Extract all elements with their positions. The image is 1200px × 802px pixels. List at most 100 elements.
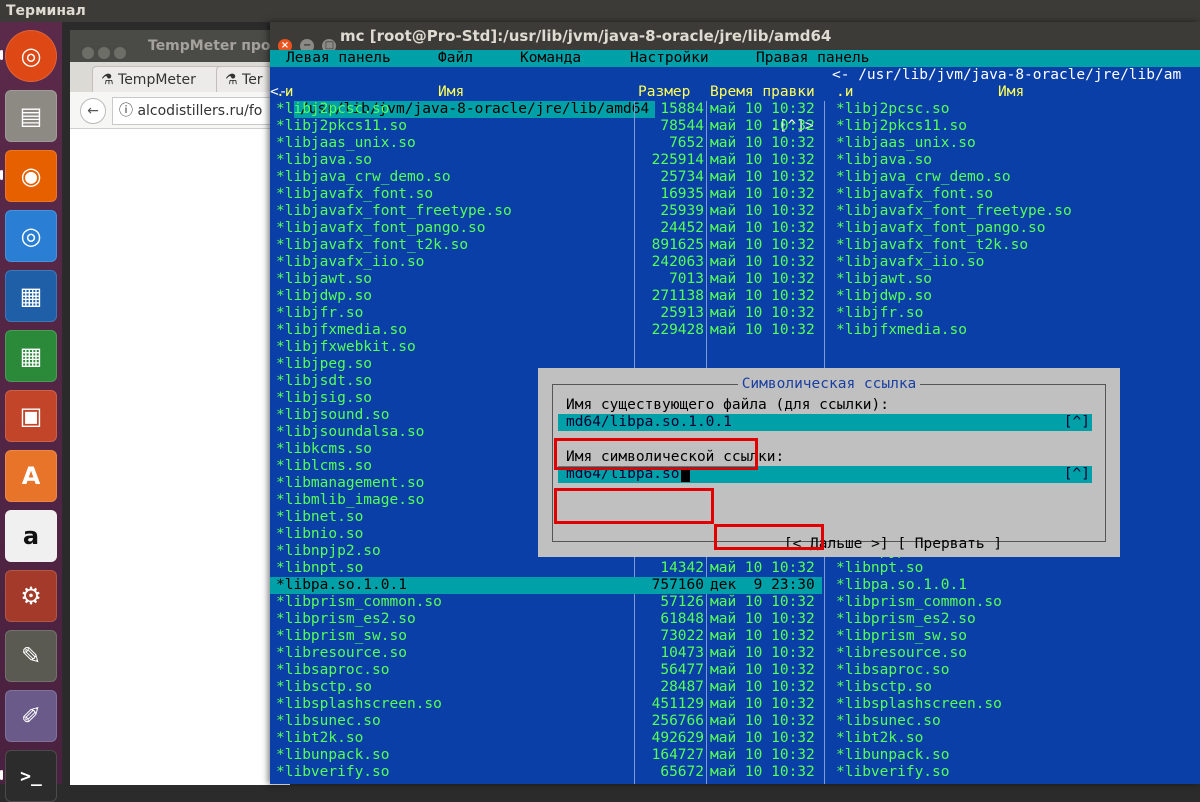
right-column-header-name[interactable]: Имя [998,84,1024,101]
file-row[interactable]: *libprism_sw.so [836,628,1200,645]
minimize-icon[interactable] [98,47,110,59]
file-row[interactable]: *libunpack.so [836,747,1200,764]
file-row[interactable]: *libsctp.so [836,679,1200,696]
file-size: 225914 [651,152,704,168]
ubuntu-icon[interactable]: ◎ [5,30,57,82]
file-row[interactable]: *libjfxwebkit.so [270,339,822,356]
existing-file-input[interactable]: md64/libpa.so.1.0.1 [^] [558,414,1092,431]
back-arrow-icon[interactable]: ← [80,98,106,124]
file-row[interactable]: *libsaproc.so 56477 май 10 10:32 [270,662,822,679]
amazon-icon[interactable]: a [5,510,57,562]
column-header-mtime[interactable]: Время правки [710,84,815,101]
file-row[interactable]: *libjavafx_font.so [836,186,1200,203]
history-button[interactable]: [^] [1064,466,1090,483]
file-size: 10473 [660,645,704,661]
file-name: *libnpt.so [276,560,364,576]
file-row[interactable]: *libresource.so 10473 май 10 10:32 [270,645,822,662]
file-row[interactable]: *libjdwp.so 271138 май 10 10:32 [270,288,822,305]
history-button[interactable]: [^] [1064,414,1090,431]
file-size: 242063 [651,254,704,270]
file-size: 7652 [669,135,704,151]
browser-tab[interactable]: ⚗ TempMeter [92,66,222,93]
right-panel-path[interactable]: <- /usr/lib/jvm/java-8-oracle/jre/lib/am [832,67,1181,84]
file-row[interactable]: *libjavafx_font_freetype.so [836,203,1200,220]
files-icon[interactable]: ▤ [5,90,57,142]
file-row[interactable]: *libjava_crw_demo.so 25734 май 10 10:32 [270,169,822,186]
file-row[interactable]: *libjfr.so 25913 май 10 10:32 [270,305,822,322]
file-name: *libjfxmedia.so [836,322,967,338]
file-row[interactable]: *libjdwp.so [836,288,1200,305]
right-sort-indicator[interactable]: .и [836,84,853,101]
file-row-selected[interactable]: *libpa.so.1.0.1 757160 дек 9 23:30 [270,577,822,594]
file-name: *libj2pcsc.so [276,101,390,117]
gimp-icon[interactable]: ✎ [5,630,57,682]
file-row[interactable]: *libresource.so [836,645,1200,662]
writer-icon[interactable]: ▦ [5,270,57,322]
file-row[interactable]: *libjavafx_iio.so 242063 май 10 10:32 [270,254,822,271]
file-row[interactable] [836,339,1200,356]
file-row[interactable]: *libjava_crw_demo.so [836,169,1200,186]
file-row[interactable]: *libprism_common.so 57126 май 10 10:32 [270,594,822,611]
file-row[interactable]: *libj2pcsc.so [836,101,1200,118]
impress-icon[interactable]: ▣ [5,390,57,442]
file-row[interactable]: *libprism_es2.so [836,611,1200,628]
file-row[interactable]: *libjavafx_font.so 16935 май 10 10:32 [270,186,822,203]
file-row[interactable]: *libjavafx_font_t2k.so [836,237,1200,254]
file-row[interactable]: *libjavafx_font_freetype.so 25939 май 10 1… [270,203,822,220]
file-row[interactable]: *libjawt.so 7013 май 10 10:32 [270,271,822,288]
file-row[interactable]: *libjava.so 225914 май 10 10:32 [270,152,822,169]
file-row[interactable]: *libsaproc.so [836,662,1200,679]
file-row[interactable]: *libjfxmedia.so [836,322,1200,339]
file-row[interactable]: *libunpack.so 164727 май 10 10:32 [270,747,822,764]
sort-indicator[interactable]: .и [276,84,293,101]
file-row[interactable]: *libj2pcsc.so 15884 май 10 10:32 [270,101,822,118]
column-header-size[interactable]: Размер [638,84,690,101]
file-row[interactable]: *libj2pkcs11.so [836,118,1200,135]
menu-file[interactable]: Файл [438,50,473,67]
file-row[interactable]: *libverify.so [836,764,1200,781]
file-row[interactable]: *libsplashscreen.so [836,696,1200,713]
menu-options[interactable]: Настройки [630,50,709,67]
file-name: *libjawt.so [276,271,373,287]
kolourpaint-icon[interactable]: ✐ [5,690,57,742]
file-row[interactable]: *libprism_sw.so 73022 май 10 10:32 [270,628,822,645]
chromium-icon[interactable]: ◎ [5,210,57,262]
software-center-icon[interactable]: A [5,450,57,502]
calc-icon[interactable]: ▦ [5,330,57,382]
maximize-icon[interactable] [114,47,126,59]
firefox-icon[interactable]: ◉ [5,150,57,202]
settings-icon[interactable]: ⚙ [5,570,57,622]
file-row[interactable]: *libjavafx_font_pango.so [836,220,1200,237]
file-row[interactable]: *libjavafx_font_pango.so 24452 май 10 10:3… [270,220,822,237]
file-row[interactable]: *libt2k.so [836,730,1200,747]
file-row[interactable]: *libjaas_unix.so 7652 май 10 10:32 [270,135,822,152]
file-row[interactable]: *libt2k.so 492629 май 10 10:32 [270,730,822,747]
file-row[interactable]: *libprism_es2.so 61848 май 10 10:32 [270,611,822,628]
file-row[interactable]: *libjava.so [836,152,1200,169]
file-row[interactable]: *libverify.so 65672 май 10 10:32 [270,764,822,781]
menu-right-panel[interactable]: Правая панель [756,50,870,67]
file-row[interactable]: *libprism_common.so [836,594,1200,611]
file-row[interactable]: *libsctp.so 28487 май 10 10:32 [270,679,822,696]
file-row[interactable]: *libjfr.so [836,305,1200,322]
file-name: *libsctp.so [836,679,933,695]
file-name: *libprism_sw.so [836,628,967,644]
cancel-button[interactable]: [ Прервать ] [897,536,1002,552]
file-row[interactable]: *libsunec.so [836,713,1200,730]
file-row[interactable]: *libpa.so.1.0.1 [836,577,1200,594]
file-row[interactable]: *libsunec.so 256766 май 10 10:32 [270,713,822,730]
file-row[interactable]: *libjawt.so [836,271,1200,288]
column-header-name[interactable]: Имя [438,84,464,101]
file-row[interactable]: *libjaas_unix.so [836,135,1200,152]
menu-command[interactable]: Команда [520,50,581,67]
close-icon[interactable] [82,47,94,59]
running-indicator [0,50,3,60]
file-row[interactable]: *libsplashscreen.so 451129 май 10 10:32 [270,696,822,713]
file-row[interactable]: *libjavafx_iio.so [836,254,1200,271]
left-panel-pathbar[interactable]: <- /usr/lib/jvm/java-8-oracle/jre/lib/am… [270,67,814,134]
file-row[interactable]: *libjfxmedia.so 229428 май 10 10:32 [270,322,822,339]
file-row[interactable]: *libj2pkcs11.so 78544 май 10 10:32 [270,118,822,135]
menu-left-panel[interactable]: Левая панель [286,50,391,67]
file-row[interactable]: *libjavafx_font_t2k.so 891625 май 10 10:32 [270,237,822,254]
terminal-icon[interactable]: >_ [5,750,57,802]
